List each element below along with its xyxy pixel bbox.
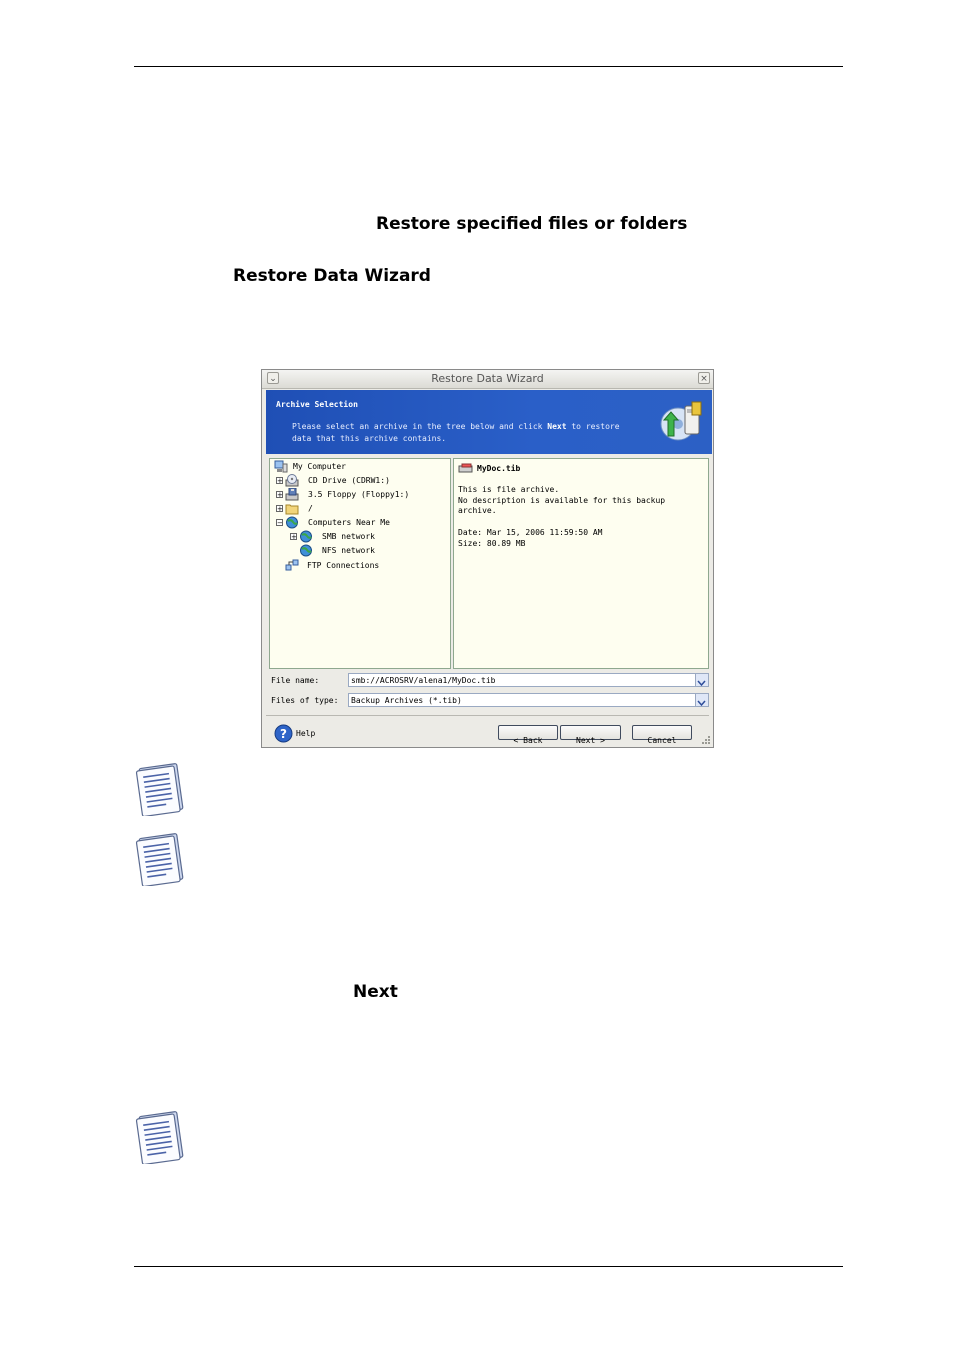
file-name-value: smb://ACROSRV/alena1/MyDoc.tib — [351, 676, 496, 685]
tree-item-label: 3.5 Floppy (Floppy1:) — [308, 490, 410, 499]
chevron-down-icon — [697, 680, 706, 687]
file-name-label: File name: — [271, 676, 320, 685]
chevron-down-icon — [697, 700, 706, 707]
collapse-toggle[interactable]: − — [276, 519, 283, 527]
footer-divider — [266, 715, 709, 716]
tree-item-label: FTP Connections — [307, 561, 380, 570]
back-button[interactable]: < Back — [498, 725, 558, 745]
tree-item-label: Computers Near Me — [308, 518, 390, 527]
note-icon — [135, 833, 184, 886]
network-globe-icon — [286, 516, 298, 529]
next-keyword: Next — [353, 982, 398, 1002]
dialog-titlebar: ⌄ Restore Data Wizard × — [262, 370, 713, 389]
tree-item-label: NFS network — [322, 546, 375, 555]
floppy-icon — [285, 488, 299, 501]
banner-heading: Archive Selection — [276, 400, 358, 409]
archive-date: Date: Mar 15, 2006 11:59:50 AM — [458, 528, 603, 537]
footer-rule — [134, 1266, 843, 1267]
banner-description: Please select an archive in the tree bel… — [292, 422, 620, 443]
expand-toggle[interactable]: + — [276, 491, 283, 499]
note-icon — [135, 1111, 184, 1164]
network-globe-icon — [300, 530, 312, 543]
dialog-title: Restore Data Wizard — [431, 372, 544, 385]
archive-filename: MyDoc.tib — [477, 464, 521, 473]
archive-info-pane: MyDoc.tib This is file archive. No descr… — [453, 458, 709, 669]
help-icon: ? — [274, 724, 293, 743]
note-icon — [135, 763, 184, 816]
ftp-icon — [285, 559, 299, 571]
archive-description-cont: archive. — [458, 506, 497, 515]
resize-grip-icon[interactable] — [701, 735, 711, 745]
header-rule — [134, 66, 843, 67]
cd-drive-icon — [285, 474, 299, 487]
section-heading-fragment: Restore specified files or folders — [376, 214, 688, 234]
help-label: Help — [296, 729, 316, 738]
restore-wizard-icon — [660, 401, 702, 441]
file-type-dropdown[interactable] — [695, 694, 708, 707]
tree-item-label: My Computer — [293, 462, 346, 471]
tree-item-label: SMB network — [322, 532, 375, 541]
archive-size: Size: 80.89 MB — [458, 539, 526, 548]
cancel-button[interactable]: Cancel — [632, 725, 692, 745]
file-name-field[interactable]: smb://ACROSRV/alena1/MyDoc.tib — [348, 673, 709, 687]
wizard-name: Restore Data Wizard — [233, 266, 431, 286]
next-button[interactable]: Next > — [560, 725, 621, 745]
svg-text:?: ? — [280, 727, 287, 741]
expand-toggle[interactable]: + — [290, 533, 297, 541]
file-type-select[interactable]: Backup Archives (*.tib) — [348, 693, 709, 707]
folder-icon — [285, 504, 299, 515]
wizard-banner: Archive Selection Please select an archi… — [266, 390, 712, 454]
computer-icon — [274, 460, 288, 473]
file-name-dropdown[interactable] — [695, 674, 708, 687]
network-globe-icon — [300, 544, 312, 557]
close-button[interactable]: × — [698, 372, 710, 384]
tree-item-label: / — [308, 504, 313, 513]
help-button[interactable]: ? Help — [274, 724, 334, 744]
file-type-value: Backup Archives (*.tib) — [351, 696, 462, 705]
file-type-label: Files of type: — [271, 696, 339, 705]
archive-tree[interactable]: My Computer + CD Drive (CDRW1:) + 3.5 Fl… — [269, 458, 451, 669]
tree-item-label: CD Drive (CDRW1:) — [308, 476, 390, 485]
archive-type-text: This is file archive. — [458, 485, 560, 494]
archive-description: No description is available for this bac… — [458, 496, 666, 505]
expand-toggle[interactable]: + — [276, 505, 283, 513]
expand-toggle[interactable]: + — [276, 477, 283, 485]
restore-data-wizard-dialog: ⌄ Restore Data Wizard × Archive Selectio… — [261, 369, 714, 748]
archive-file-icon — [458, 463, 473, 473]
